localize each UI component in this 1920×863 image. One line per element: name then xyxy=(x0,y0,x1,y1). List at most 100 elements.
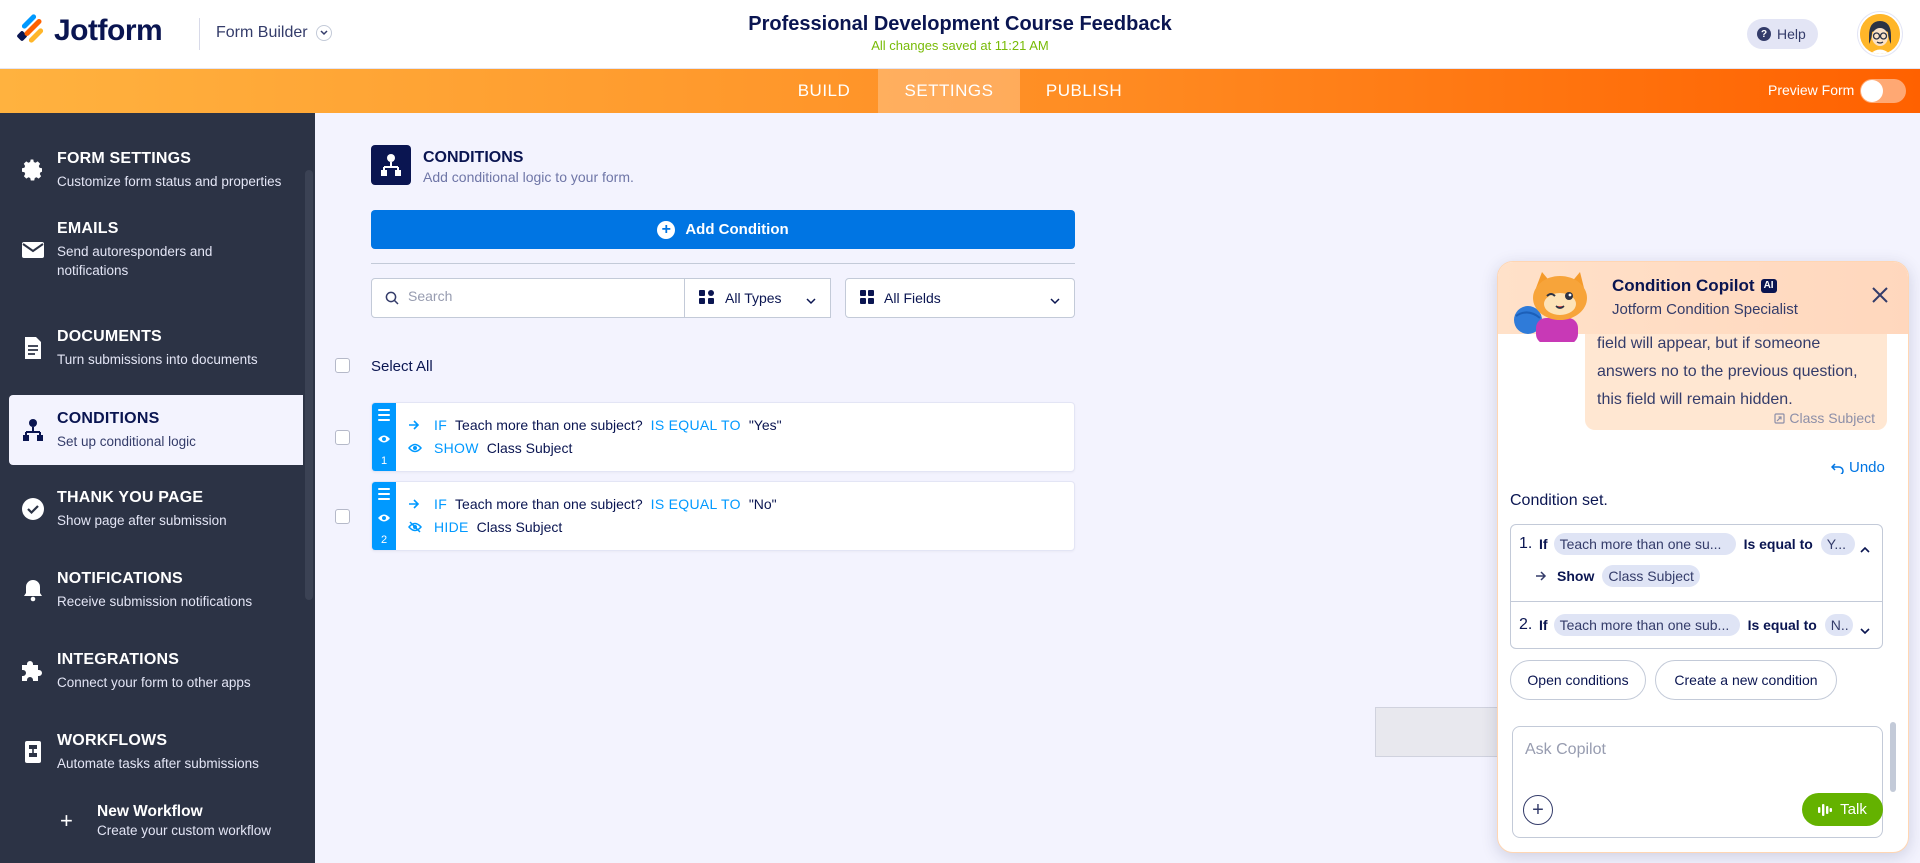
copilot-condition-list: 1. If Teach more than one su... Is equal… xyxy=(1510,524,1883,649)
if-keyword: IF xyxy=(434,496,448,512)
search-input[interactable] xyxy=(408,288,668,304)
rule-field: Teach more than one subject? xyxy=(455,496,643,512)
rule-number: 2 xyxy=(380,534,388,546)
chevron-up-icon[interactable] xyxy=(1860,541,1870,557)
sidebar-item-emails[interactable]: EMAILS Send autoresponders and notificat… xyxy=(0,211,303,289)
envelope-icon xyxy=(21,238,45,262)
copilot-subtitle: Jotform Condition Specialist xyxy=(1612,301,1798,318)
divider xyxy=(371,263,1075,264)
bell-icon xyxy=(21,578,45,602)
talk-label: Talk xyxy=(1840,801,1867,818)
operator-keyword: IS EQUAL TO xyxy=(650,496,741,512)
undo-icon xyxy=(1831,462,1844,474)
rule-checkbox[interactable] xyxy=(335,430,350,445)
select-all-checkbox[interactable] xyxy=(335,358,350,373)
copilot-status-text: Condition set. xyxy=(1510,492,1608,509)
drag-handle-icon xyxy=(378,409,390,424)
page-subtitle: Add conditional logic to your form. xyxy=(423,169,634,185)
toggle-knob xyxy=(1861,80,1883,102)
copilot-condition-2[interactable]: 2. If Teach more than one sub... Is equa… xyxy=(1511,614,1882,636)
preview-form-label: Preview Form xyxy=(1768,82,1855,98)
undo-label: Undo xyxy=(1849,459,1885,476)
create-new-condition-button[interactable]: Create a new condition xyxy=(1655,660,1837,700)
copilot-scrollbar[interactable] xyxy=(1890,722,1896,792)
attach-plus-button[interactable]: + xyxy=(1523,795,1553,825)
sidebar-item-title: THANK YOU PAGE xyxy=(57,488,204,506)
operator-keyword: IS EQUAL TO xyxy=(650,417,741,433)
divider xyxy=(1511,601,1882,602)
chevron-down-icon xyxy=(806,292,816,308)
gear-icon xyxy=(21,158,45,182)
condition-rule-card[interactable]: 2 IF Teach more than one subject? IS EQU… xyxy=(371,481,1075,551)
workflow-icon xyxy=(21,740,45,764)
avatar[interactable] xyxy=(1858,12,1902,56)
rule-if-line: IF Teach more than one subject? IS EQUAL… xyxy=(408,417,790,433)
help-button[interactable]: ? Help xyxy=(1747,19,1818,49)
rule-handle[interactable]: 2 xyxy=(372,482,396,550)
condition-number: 2. xyxy=(1519,616,1533,633)
talk-button[interactable]: Talk xyxy=(1802,793,1883,826)
type-filter-dropdown[interactable]: All Types xyxy=(684,278,831,318)
builder-nav: BUILD SETTINGS PUBLISH Preview Form xyxy=(0,69,1920,113)
close-icon[interactable] xyxy=(1871,286,1889,309)
sidebar-item-conditions[interactable]: CONDITIONS Set up conditional logic xyxy=(9,395,303,465)
page-title: CONDITIONS xyxy=(423,149,524,166)
condition-field-chip: Teach more than one sub... xyxy=(1553,614,1740,636)
condition-if: If xyxy=(1539,536,1548,552)
sidebar-item-title: NOTIFICATIONS xyxy=(57,569,183,587)
sidebar-item-documents[interactable]: DOCUMENTS Turn submissions into document… xyxy=(0,313,303,383)
voice-icon xyxy=(1818,803,1833,816)
sidebar-item-subtitle: Show page after submission xyxy=(57,512,227,528)
ai-badge: AI xyxy=(1760,279,1777,293)
sidebar-item-workflows[interactable]: WORKFLOWS Automate tasks after submissio… xyxy=(0,717,303,787)
condition-action: Show xyxy=(1557,568,1595,584)
chevron-down-icon[interactable] xyxy=(1860,622,1870,638)
plus-circle-icon: + xyxy=(657,220,676,239)
condition-operator: Is equal to xyxy=(1743,536,1813,552)
sidebar-item-integrations[interactable]: INTEGRATIONS Connect your form to other … xyxy=(0,636,303,706)
tab-build[interactable]: BUILD xyxy=(780,69,868,113)
eye-slash-icon xyxy=(408,521,426,533)
sidebar-item-thank-you-page[interactable]: THANK YOU PAGE Show page after submissio… xyxy=(0,474,303,544)
copilot-header: Condition Copilot AI Jotform Condition S… xyxy=(1498,262,1908,342)
eye-icon xyxy=(377,431,391,449)
new-workflow-title: New Workflow xyxy=(97,803,203,820)
condition-rule-card[interactable]: 1 IF Teach more than one subject? IS EQU… xyxy=(371,402,1075,472)
open-conditions-button[interactable]: Open conditions xyxy=(1510,660,1646,700)
undo-button[interactable]: Undo xyxy=(1831,459,1885,476)
sidebar-item-form-settings[interactable]: FORM SETTINGS Customize form status and … xyxy=(0,135,303,205)
rule-value: "Yes" xyxy=(748,417,782,433)
add-condition-button[interactable]: + Add Condition xyxy=(371,210,1075,249)
document-icon xyxy=(21,336,45,360)
preview-form-toggle[interactable] xyxy=(1860,79,1906,103)
eye-icon xyxy=(377,510,391,528)
sidebar-item-subtitle: Connect your form to other apps xyxy=(57,674,251,690)
field-ref-label: Class Subject xyxy=(1789,410,1875,426)
top-header: Jotform Form Builder Professional Develo… xyxy=(0,0,1920,69)
field-filter-dropdown[interactable]: All Fields xyxy=(845,278,1075,318)
sidebar-item-notifications[interactable]: NOTIFICATIONS Receive submission notific… xyxy=(0,555,303,625)
copilot-condition-1[interactable]: 1. If Teach more than one su... Is equal… xyxy=(1511,533,1882,555)
select-all-label[interactable]: Select All xyxy=(371,358,433,375)
arrow-right-icon xyxy=(1535,571,1547,581)
type-filter-value: All Types xyxy=(725,290,782,306)
rule-checkbox[interactable] xyxy=(335,509,350,524)
condition-if: If xyxy=(1539,617,1548,633)
ask-copilot-input[interactable]: Ask Copilot + Talk xyxy=(1512,726,1883,838)
search-field[interactable] xyxy=(371,278,685,318)
tab-publish[interactable]: PUBLISH xyxy=(1030,69,1138,113)
copilot-condition-1-action: Show Class Subject xyxy=(1535,565,1906,587)
if-keyword: IF xyxy=(434,417,448,433)
form-title[interactable]: Professional Development Course Feedback xyxy=(0,13,1920,36)
drag-handle-icon xyxy=(378,488,390,503)
sidebar-item-subtitle: Receive submission notifications xyxy=(57,593,253,609)
condition-operator: Is equal to xyxy=(1747,617,1817,633)
sidebar-item-title: FORM SETTINGS xyxy=(57,149,192,167)
sidebar-scrollbar-thumb[interactable] xyxy=(305,170,313,600)
sidebar-item-title: CONDITIONS xyxy=(57,409,160,427)
tab-settings[interactable]: SETTINGS xyxy=(878,69,1020,113)
ask-copilot-placeholder: Ask Copilot xyxy=(1525,741,1606,758)
rule-handle[interactable]: 1 xyxy=(372,403,396,471)
copilot-title-text: Condition Copilot xyxy=(1612,276,1755,295)
rule-number: 1 xyxy=(380,455,388,467)
